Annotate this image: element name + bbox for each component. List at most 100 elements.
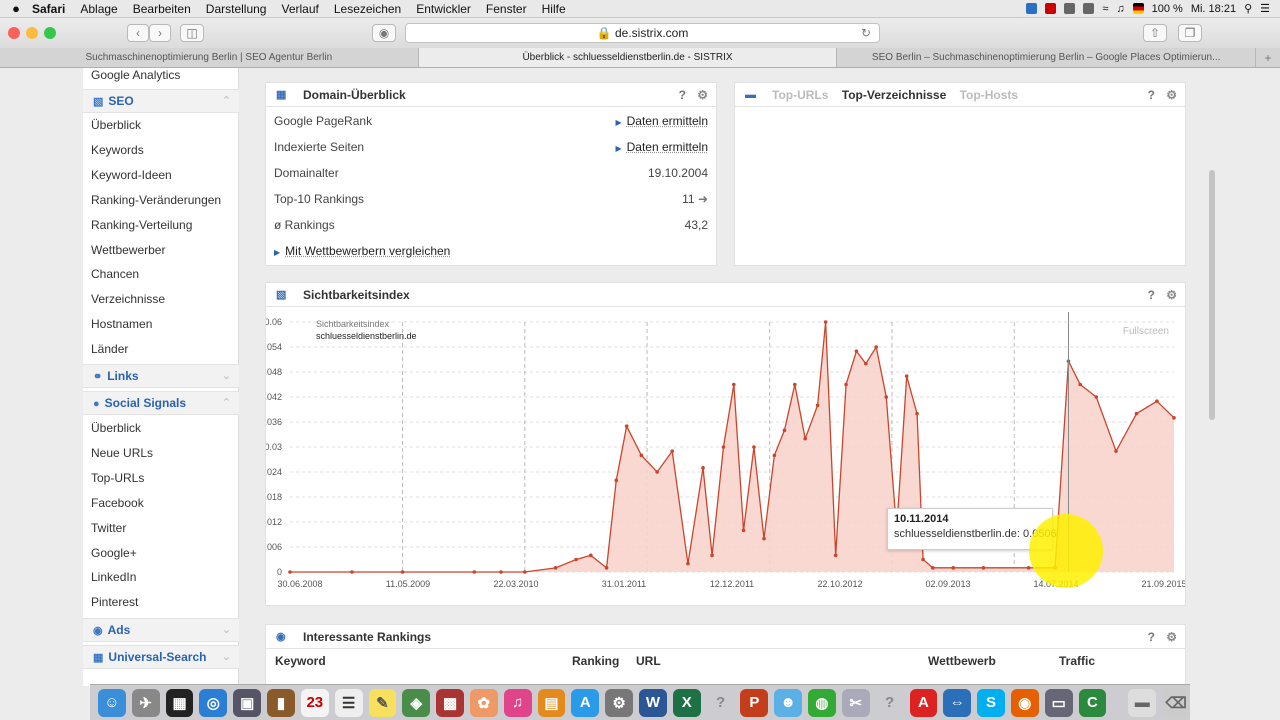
menu-ablage[interactable]: Ablage <box>80 2 117 16</box>
mission-control-icon[interactable]: ▦ <box>165 688 194 717</box>
new-tab-button[interactable]: + <box>1256 48 1280 67</box>
col-url[interactable]: URL <box>636 654 661 668</box>
itunes-icon[interactable]: ♫ <box>503 688 532 717</box>
trash-icon[interactable]: ⌫ <box>1162 688 1190 717</box>
back-button[interactable]: ‹ <box>127 24 149 42</box>
launchpad-icon[interactable]: ✈ <box>131 688 160 717</box>
fullscreen-button[interactable]: Fullscreen <box>1123 326 1169 337</box>
col-ranking[interactable]: Ranking <box>572 654 619 668</box>
menu-safari[interactable]: Safari <box>32 2 65 16</box>
zoom-window-button[interactable] <box>44 27 56 39</box>
minimize-window-button[interactable] <box>26 27 38 39</box>
close-window-button[interactable] <box>8 27 20 39</box>
sidebar-item-seo-0[interactable]: Überblick <box>91 118 141 132</box>
help-icon[interactable]: ? <box>1148 83 1155 107</box>
photobooth-icon[interactable]: ▩ <box>436 688 464 717</box>
menu-hilfe[interactable]: Hilfe <box>542 2 566 16</box>
menu-verlauf[interactable]: Verlauf <box>281 2 318 16</box>
col-keyword[interactable]: Keyword <box>275 654 326 668</box>
page-scrollbar[interactable] <box>1208 70 1216 682</box>
col-traffic[interactable]: Traffic <box>1059 654 1095 668</box>
word-icon[interactable]: W <box>639 688 667 717</box>
sidebar-item-seo-9[interactable]: Länder <box>91 342 128 356</box>
tab-sistrix[interactable]: Überblick - schluesseldienstberlin.de - … <box>418 48 838 67</box>
notes-icon[interactable]: ✎ <box>368 688 397 717</box>
gear-icon[interactable]: ⚙ <box>697 83 708 107</box>
camtasia-icon[interactable]: C <box>1078 688 1107 717</box>
col-wettbewerb[interactable]: Wettbewerb <box>928 654 996 668</box>
photos-icon[interactable]: ✿ <box>469 688 498 717</box>
row-value[interactable]: ▶ Daten ermitteln <box>615 134 708 162</box>
downloads-folder-icon[interactable]: ▬ <box>1128 688 1157 717</box>
calendar-icon[interactable]: 23 <box>300 688 329 717</box>
menu-lesezeichen[interactable]: Lesezeichen <box>334 2 401 16</box>
daten-ermitteln-link[interactable]: Daten ermitteln <box>627 114 708 128</box>
sidebar-section-links[interactable]: ⚭ Links ⌄ <box>83 364 239 388</box>
acrobat-icon[interactable]: A <box>909 688 938 717</box>
forward-button[interactable]: › <box>149 24 171 42</box>
menu-bearbeiten[interactable]: Bearbeiten <box>133 2 191 16</box>
row-value[interactable]: ▶ Daten ermitteln <box>615 108 708 136</box>
sidebar-item-social-5[interactable]: Google+ <box>91 546 137 560</box>
help-icon[interactable]: ? <box>679 83 686 107</box>
sidebar-item-social-7[interactable]: Pinterest <box>91 595 138 609</box>
tabs-overview-icon[interactable]: ❐ <box>1178 24 1202 42</box>
dropbox-icon[interactable] <box>1026 3 1038 14</box>
gear-icon[interactable]: ⚙ <box>1166 625 1177 649</box>
sidebar-item-seo-6[interactable]: Chancen <box>91 267 139 281</box>
battery-status[interactable]: 100 % <box>1152 3 1183 15</box>
compare-competitors-link[interactable]: Mit Wettbewerbern vergleichen <box>285 244 450 258</box>
row-top10-rankings[interactable]: Top-10 Rankings 11 ➜ <box>274 186 708 212</box>
help-icon[interactable]: ? <box>1148 283 1155 307</box>
menu-entwickler[interactable]: Entwickler <box>416 2 471 16</box>
clock[interactable]: Mi. 18:21 <box>1191 3 1236 15</box>
unknown-app-icon[interactable]: ? <box>707 689 735 717</box>
sidebar-item-social-3[interactable]: Facebook <box>91 496 144 510</box>
excel-icon[interactable]: X <box>672 688 701 717</box>
address-bar[interactable]: 🔒 de.sistrix.com ↻ <box>405 23 880 43</box>
gear-icon[interactable]: ⚙ <box>1166 83 1177 107</box>
sidebar-item-google-analytics[interactable]: Google Analytics <box>91 68 180 82</box>
sidebar-item-seo-5[interactable]: Wettbewerber <box>91 243 165 257</box>
sidebar-section-seo[interactable]: ▧ SEO ⌃ <box>83 89 239 113</box>
notification-icon[interactable]: ☰ <box>1260 2 1270 15</box>
sidebar-toggle-icon[interactable]: ◫ <box>180 24 204 42</box>
maps-icon[interactable]: ◈ <box>402 688 431 717</box>
wifi-icon[interactable]: ≈ <box>1102 3 1108 15</box>
tab-top-verzeichnisse[interactable]: Top-Verzeichnisse <box>842 88 946 102</box>
sidebar-item-seo-4[interactable]: Ranking-Verteilung <box>91 218 192 232</box>
sidebar-section-social-signals[interactable]: ● Social Signals ⌃ <box>83 391 239 415</box>
reminders-icon[interactable]: ☰ <box>334 688 363 717</box>
tools-app-icon[interactable]: ✂ <box>841 688 870 717</box>
firefox-icon[interactable]: ◉ <box>1010 688 1039 717</box>
people-app-icon[interactable]: ☻ <box>774 688 803 717</box>
apple-icon[interactable]: ● <box>0 1 32 16</box>
contacts-icon[interactable]: ▮ <box>267 688 295 717</box>
scrollbar-thumb[interactable] <box>1209 170 1215 420</box>
volume-icon[interactable]: ♫ <box>1116 3 1124 15</box>
sidebar-item-social-0[interactable]: Überblick <box>91 421 141 435</box>
daten-ermitteln-link[interactable]: Daten ermitteln <box>627 140 708 154</box>
bluetooth-icon[interactable] <box>1083 3 1095 14</box>
sidebar-item-seo-2[interactable]: Keyword-Ideen <box>91 168 172 182</box>
screen-app-icon[interactable]: ▭ <box>1044 688 1073 717</box>
record-icon[interactable] <box>1045 3 1057 14</box>
tab-top-urls[interactable]: Top-URLs <box>772 88 828 102</box>
sidebar-item-social-4[interactable]: Twitter <box>91 521 126 535</box>
sidebar-section-ads[interactable]: ◉ Ads ⌄ <box>83 618 239 642</box>
flag-de-icon[interactable] <box>1132 3 1144 14</box>
safari-icon[interactable]: ◎ <box>199 688 228 717</box>
arrow-right-icon[interactable]: ➜ <box>698 192 708 206</box>
compare-row[interactable]: ▶ Mit Wettbewerbern vergleichen <box>274 238 708 264</box>
sidebar-item-seo-8[interactable]: Hostnamen <box>91 317 152 331</box>
teamviewer-icon[interactable]: ⇔ <box>943 688 972 717</box>
sidebar-item-seo-3[interactable]: Ranking-Veränderungen <box>91 193 221 207</box>
sidebar-item-social-6[interactable]: LinkedIn <box>91 570 136 584</box>
sidebar-section-universal-search[interactable]: ▦ Universal-Search ⌄ <box>83 645 239 669</box>
share-icon[interactable]: ⇧ <box>1143 24 1167 42</box>
powerpoint-icon[interactable]: P <box>740 688 769 717</box>
timemachine-icon[interactable] <box>1064 3 1076 14</box>
tab-top-hosts[interactable]: Top-Hosts <box>960 88 1018 102</box>
menu-fenster[interactable]: Fenster <box>486 2 527 16</box>
spotlight-icon[interactable]: ⚲ <box>1244 2 1252 15</box>
